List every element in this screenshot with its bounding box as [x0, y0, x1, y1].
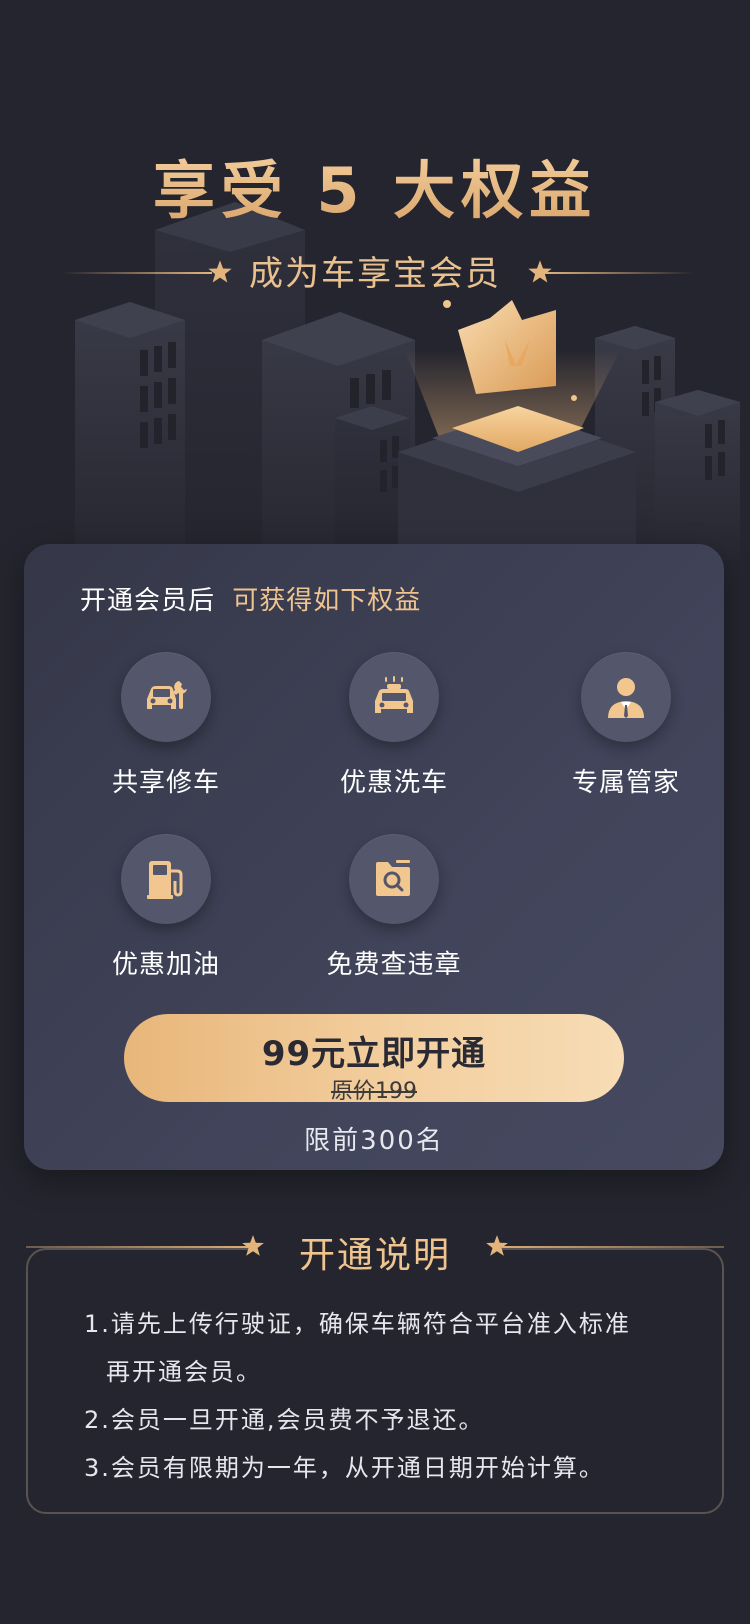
- original-price: 原价199: [331, 1079, 417, 1104]
- open-membership-label: 99元立即开通: [261, 1034, 487, 1074]
- violation-search-icon: [376, 860, 410, 896]
- car-wash-icon: [375, 676, 413, 713]
- instruction-item: 2.会员一旦开通,会员费不予退还。: [84, 1406, 485, 1434]
- instructions-title: 开通说明: [298, 1235, 451, 1276]
- benefit-icon-circle: [121, 834, 211, 924]
- instruction-item: 3.会员有限期为一年，从开通日期开始计算。: [84, 1454, 605, 1482]
- hero-subtitle: 成为车享宝会员: [249, 254, 501, 294]
- benefit-car-wash[interactable]: 优惠洗车: [304, 652, 484, 799]
- instructions-list: 1.请先上传行驶证，确保车辆符合平台准入标准 再开通会员。 2.会员一旦开通,会…: [84, 1300, 684, 1492]
- open-membership-button[interactable]: 99元立即开通 原价199: [124, 1014, 624, 1104]
- benefit-icon-circle: [349, 652, 439, 742]
- hero-title: 享受 5 大权益: [0, 140, 750, 230]
- benefits-intro-text: 开通会员后: [80, 586, 216, 616]
- membership-page: 享受 5 大权益 成为车享宝会员 开通会员后 可获得如下权益 共享修车 优惠洗车…: [0, 0, 750, 1624]
- benefit-icon-circle: [581, 652, 671, 742]
- instruction-item: 再开通会员。: [106, 1358, 262, 1386]
- benefit-label: 免费查违章: [326, 950, 462, 980]
- benefit-label: 共享修车: [111, 768, 220, 798]
- butler-icon: [608, 678, 644, 718]
- benefit-personal-butler[interactable]: 专属管家: [536, 652, 716, 799]
- hero-banner: 享受 5 大权益 成为车享宝会员: [0, 0, 750, 560]
- benefit-icon-circle: [121, 652, 211, 742]
- benefit-label: 专属管家: [571, 768, 680, 798]
- benefit-fuel-discount[interactable]: 优惠加油: [76, 834, 256, 981]
- car-repair-icon: [147, 681, 187, 709]
- benefit-icon-circle: [349, 834, 439, 924]
- benefit-shared-repair[interactable]: 共享修车: [76, 652, 256, 799]
- benefit-label: 优惠洗车: [339, 768, 448, 798]
- benefit-label: 优惠加油: [111, 950, 220, 980]
- limit-note: 限前300名: [304, 1126, 444, 1156]
- hero-divider-right: [544, 272, 694, 274]
- benefit-violation-check[interactable]: 免费查违章: [304, 834, 484, 981]
- fuel-pump-icon: [147, 861, 183, 899]
- benefits-intro-highlight: 可获得如下权益: [232, 586, 422, 616]
- benefits-intro: 开通会员后 可获得如下权益: [80, 580, 421, 617]
- benefits-card: 开通会员后 可获得如下权益 共享修车 优惠洗车 专属管家 优惠加油 免费查违章 …: [24, 544, 724, 1170]
- instructions-divider-right: [500, 1246, 724, 1248]
- instruction-item: 1.请先上传行驶证，确保车辆符合平台准入标准: [84, 1310, 631, 1338]
